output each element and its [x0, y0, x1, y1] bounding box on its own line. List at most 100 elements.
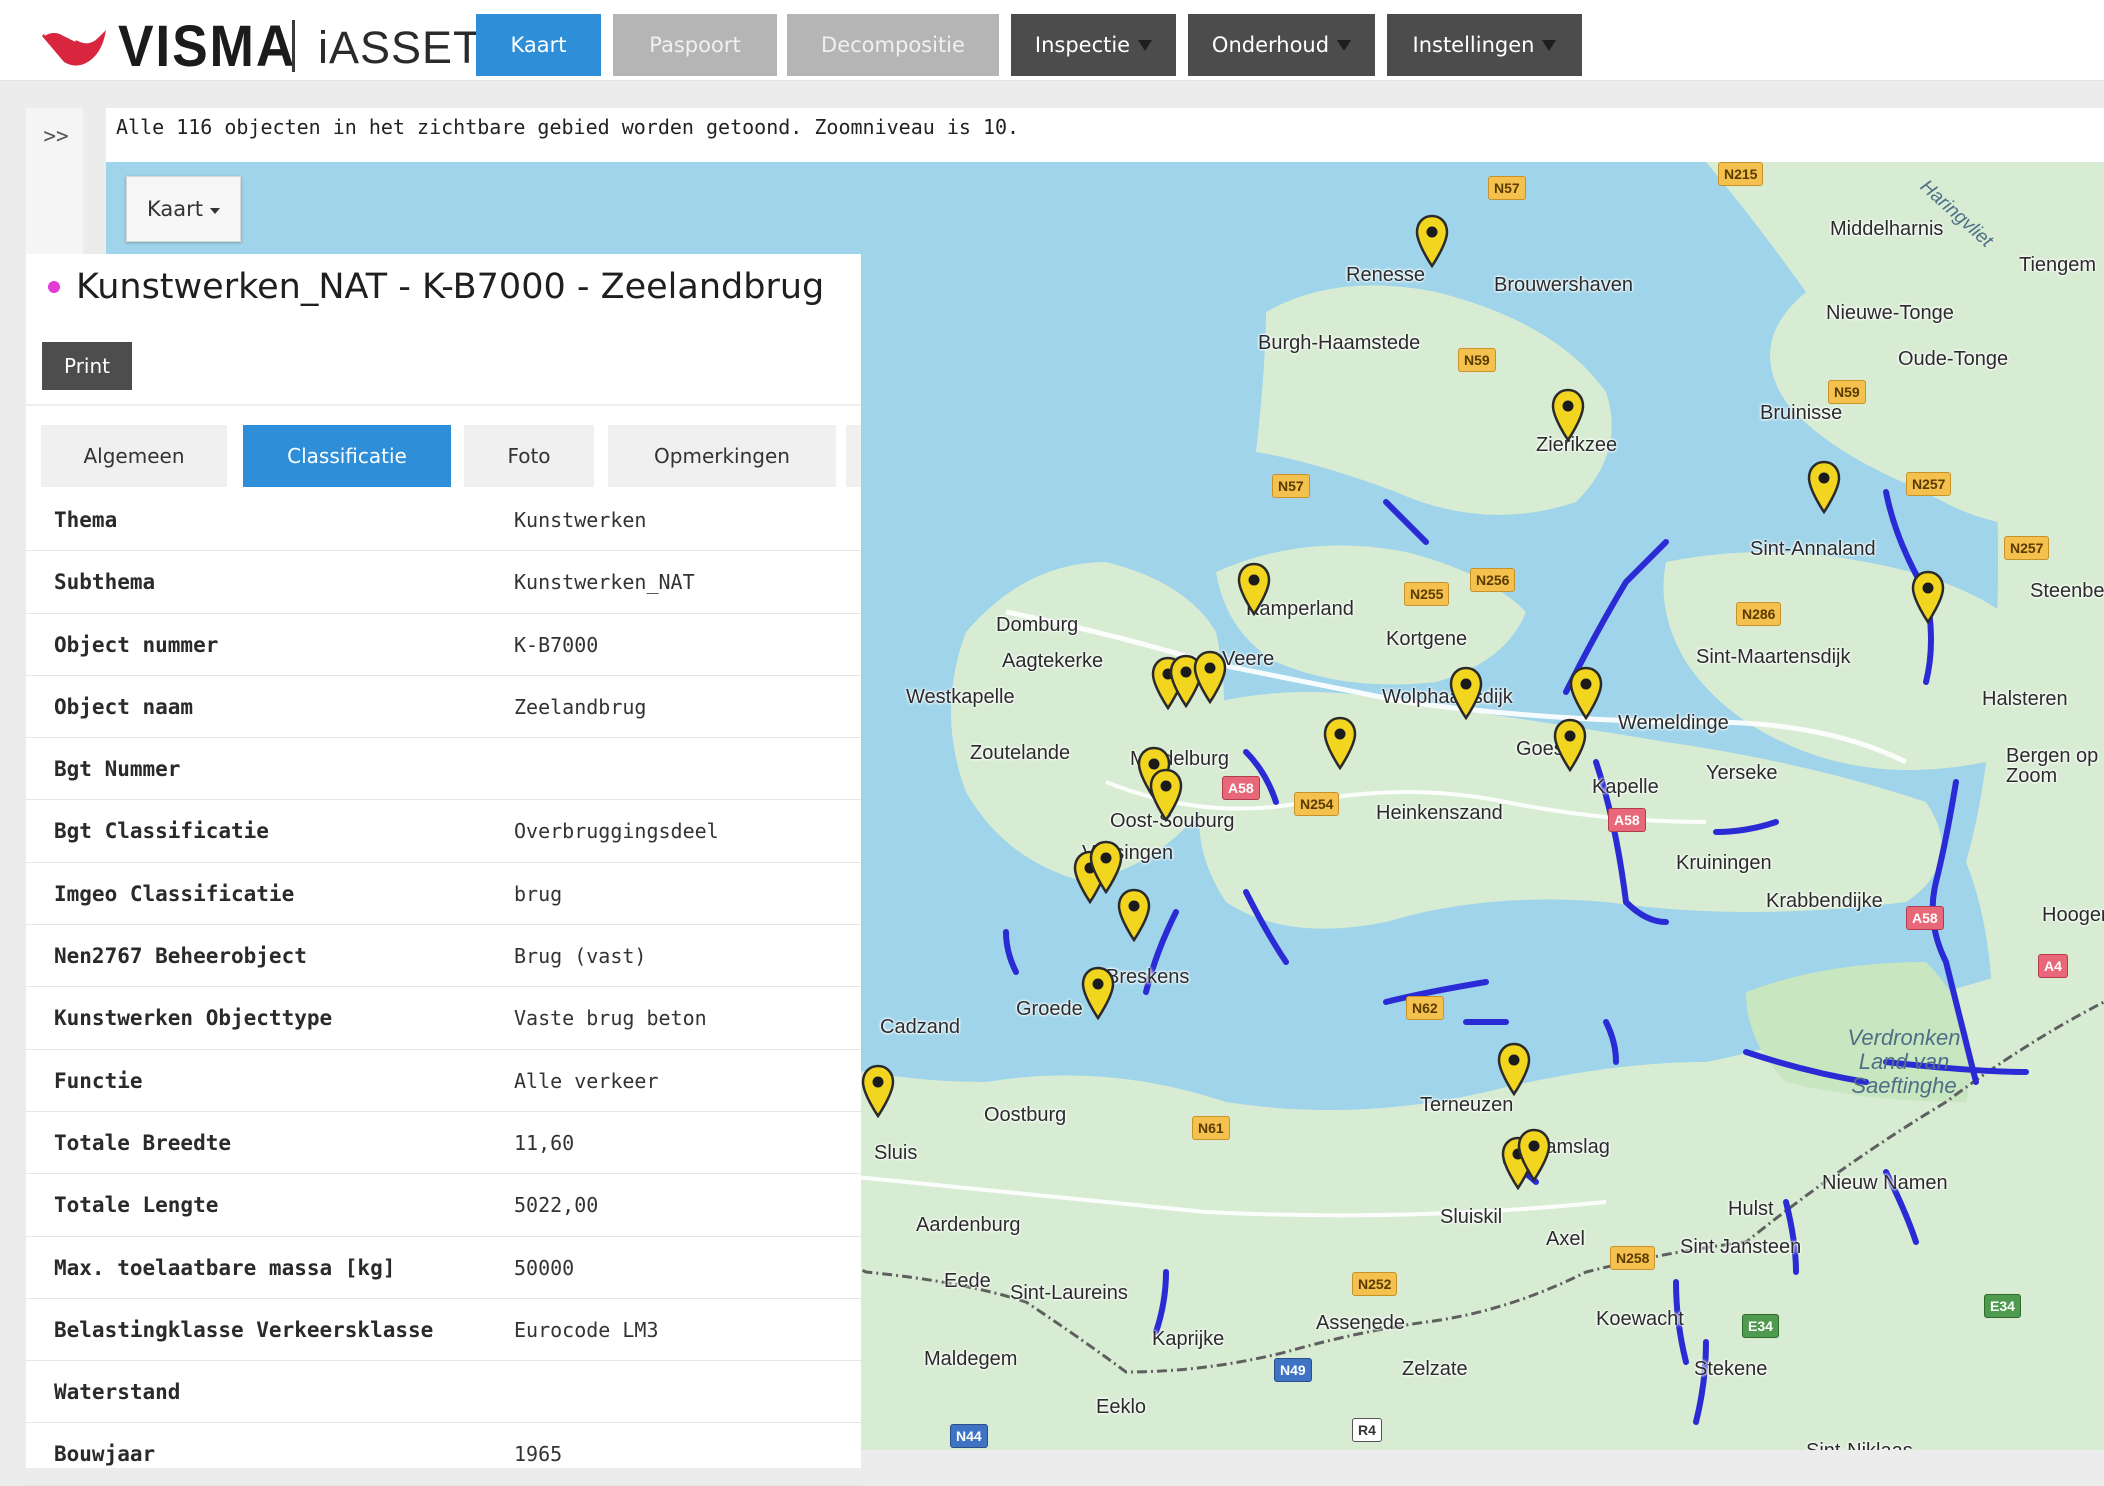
map-label-stekene: Stekene: [1694, 1358, 1768, 1380]
map-marker-icon[interactable]: [1117, 888, 1151, 942]
map-marker-icon[interactable]: [1497, 1042, 1531, 1096]
map-label-aagtekerke: Aagtekerke: [1002, 650, 1104, 672]
logo-separator: [292, 20, 295, 72]
map-marker-icon[interactable]: [1193, 650, 1227, 704]
divider: [26, 404, 861, 406]
road-shield-n256: N256: [1470, 568, 1516, 592]
property-value: Zeelandbrug: [514, 694, 647, 719]
map-marker-icon[interactable]: [1237, 562, 1271, 616]
map-label-krabbendijke: Krabbendijke: [1766, 890, 1883, 912]
property-row: Functie Alle verkeer: [26, 1050, 861, 1112]
road-shield-n258: N258: [1610, 1246, 1656, 1270]
property-row: Max. toelaatbare massa [kg] 50000: [26, 1237, 861, 1299]
map-marker-icon[interactable]: [1569, 666, 1603, 720]
map-label-kortgene: Kortgene: [1386, 628, 1468, 650]
road-shield-a58: A58: [1222, 776, 1260, 800]
map-label-burgh-haamstede: Burgh-Haamstede: [1258, 332, 1421, 354]
map-label-sluis: Sluis: [874, 1142, 918, 1164]
map-layer-label: Kaart: [146, 197, 203, 221]
property-key: Bouwjaar: [54, 1442, 156, 1467]
map-marker-icon[interactable]: [1553, 718, 1587, 772]
map-label-bruinisse: Bruinisse: [1760, 402, 1843, 424]
property-row: Bgt Classificatie Overbruggingsdeel: [26, 800, 861, 863]
map-label-zoutelande: Zoutelande: [970, 742, 1071, 764]
map-marker-icon[interactable]: [1081, 966, 1115, 1020]
property-value: brug: [514, 881, 563, 906]
property-row: Waterstand: [26, 1361, 861, 1424]
expand-sidebar-button[interactable]: >>: [30, 118, 82, 154]
map-label-terneuzen: Terneuzen: [1420, 1094, 1514, 1116]
property-key: Totale Lengte: [54, 1193, 219, 1218]
map-label-nieuw-namen: Nieuw Namen: [1822, 1172, 1948, 1194]
nav-kaart-button[interactable]: Kaart: [476, 14, 601, 76]
property-row: Imgeo Classificatie brug: [26, 863, 861, 926]
map-marker-icon[interactable]: [1415, 214, 1449, 268]
property-key: Bgt Classificatie: [54, 819, 269, 844]
tab-algemeen[interactable]: Algemeen: [41, 425, 227, 487]
map-label-sint-niklaas: Sint-Niklaas: [1806, 1440, 1913, 1450]
print-button[interactable]: Print: [42, 342, 132, 390]
nav-paspoort-button[interactable]: Paspoort: [613, 14, 777, 76]
property-key: Imgeo Classificatie: [54, 881, 295, 906]
property-row: Bgt Nummer: [26, 738, 861, 801]
tab-opmerkingen[interactable]: Opmerkingen: [608, 425, 836, 487]
property-value: Vaste brug beton: [514, 1006, 707, 1031]
property-value: 1965: [514, 1442, 563, 1467]
nav-instellingen-menu[interactable]: Instellingen: [1387, 14, 1582, 76]
map-marker-icon[interactable]: [1911, 570, 1945, 624]
property-key: Functie: [54, 1068, 143, 1093]
property-row: Nen2767 Beheerobject Brug (vast): [26, 925, 861, 988]
property-value: Kunstwerken_NAT: [514, 570, 695, 595]
road-shield-n44: N44: [950, 1424, 988, 1448]
map-layer-dropdown[interactable]: Kaart: [126, 176, 241, 242]
map-marker-icon[interactable]: [1517, 1128, 1551, 1182]
nav-decompositie-label: Decompositie: [821, 33, 965, 57]
map-label-groede: Groede: [1016, 998, 1083, 1020]
map-label-bergen-op-zoom: Bergen op Zoom: [2006, 745, 2099, 787]
map-label-saeftinghe: Verdronken Land van Saeftinghe: [1847, 1025, 1961, 1098]
map-label-wemeldinge: Wemeldinge: [1618, 712, 1729, 734]
road-shield-n59: N59: [1458, 348, 1496, 372]
map-label-hoogerheide: Hooger: [2042, 904, 2104, 926]
app-name: iASSET: [318, 22, 482, 73]
road-shield-n215: N215: [1718, 162, 1764, 186]
property-value: 5022,00: [514, 1193, 599, 1218]
nav-instellingen-label: Instellingen: [1412, 33, 1535, 57]
map-marker-icon[interactable]: [1089, 840, 1123, 894]
road-shield-n61: N61: [1192, 1116, 1230, 1140]
map-marker-icon[interactable]: [1449, 666, 1483, 720]
map-label-maldegem: Maldegem: [924, 1348, 1018, 1370]
nav-decompositie-button[interactable]: Decompositie: [787, 14, 999, 76]
nav-onderhoud-label: Onderhoud: [1211, 33, 1330, 57]
nav-onderhoud-menu[interactable]: Onderhoud: [1188, 14, 1375, 76]
map-label-domburg: Domburg: [996, 614, 1079, 636]
caret-down-icon: [1337, 39, 1352, 51]
road-shield-n57: N57: [1488, 176, 1526, 200]
map-marker-icon[interactable]: [1323, 716, 1357, 770]
property-key: Belastingklasse Verkeersklasse: [54, 1317, 434, 1342]
nav-inspectie-menu[interactable]: Inspectie: [1011, 14, 1176, 76]
map-marker-icon[interactable]: [1807, 460, 1841, 514]
property-key: Bgt Nummer: [54, 757, 181, 782]
tab-overflow[interactable]: [846, 425, 861, 487]
app-root: VISMA iASSET Kaart Paspoort Decompositie…: [0, 0, 2104, 1486]
map-label-hulst: Hulst: [1728, 1198, 1774, 1220]
property-key: Totale Breedte: [54, 1130, 232, 1155]
map-marker-icon[interactable]: [861, 1064, 895, 1118]
map-label-assenede: Assenede: [1316, 1312, 1405, 1334]
map-label-middelharnis: Middelharnis: [1830, 218, 1944, 240]
road-shield-e34: E34: [1984, 1294, 2021, 1318]
map-marker-icon[interactable]: [1149, 768, 1183, 822]
tab-foto[interactable]: Foto: [464, 425, 594, 487]
map-label-kaprijke: Kaprijke: [1152, 1328, 1225, 1350]
properties-table: Thema Kunstwerken Subthema Kunstwerken_NAT O…: [26, 489, 861, 1486]
map-label-yerseke: Yerseke: [1706, 762, 1778, 784]
road-shield-n57: N57: [1272, 474, 1310, 498]
map-marker-icon[interactable]: [1551, 388, 1585, 442]
property-row: Thema Kunstwerken: [26, 489, 861, 552]
road-shield-n254: N254: [1294, 792, 1340, 816]
tab-classificatie[interactable]: Classificatie: [243, 425, 451, 487]
road-shield-n59: N59: [1828, 380, 1866, 404]
map-label-sint-jansteen: Sint Jansteen: [1680, 1236, 1802, 1258]
map-label-brouwershaven: Brouwershaven: [1494, 274, 1633, 296]
